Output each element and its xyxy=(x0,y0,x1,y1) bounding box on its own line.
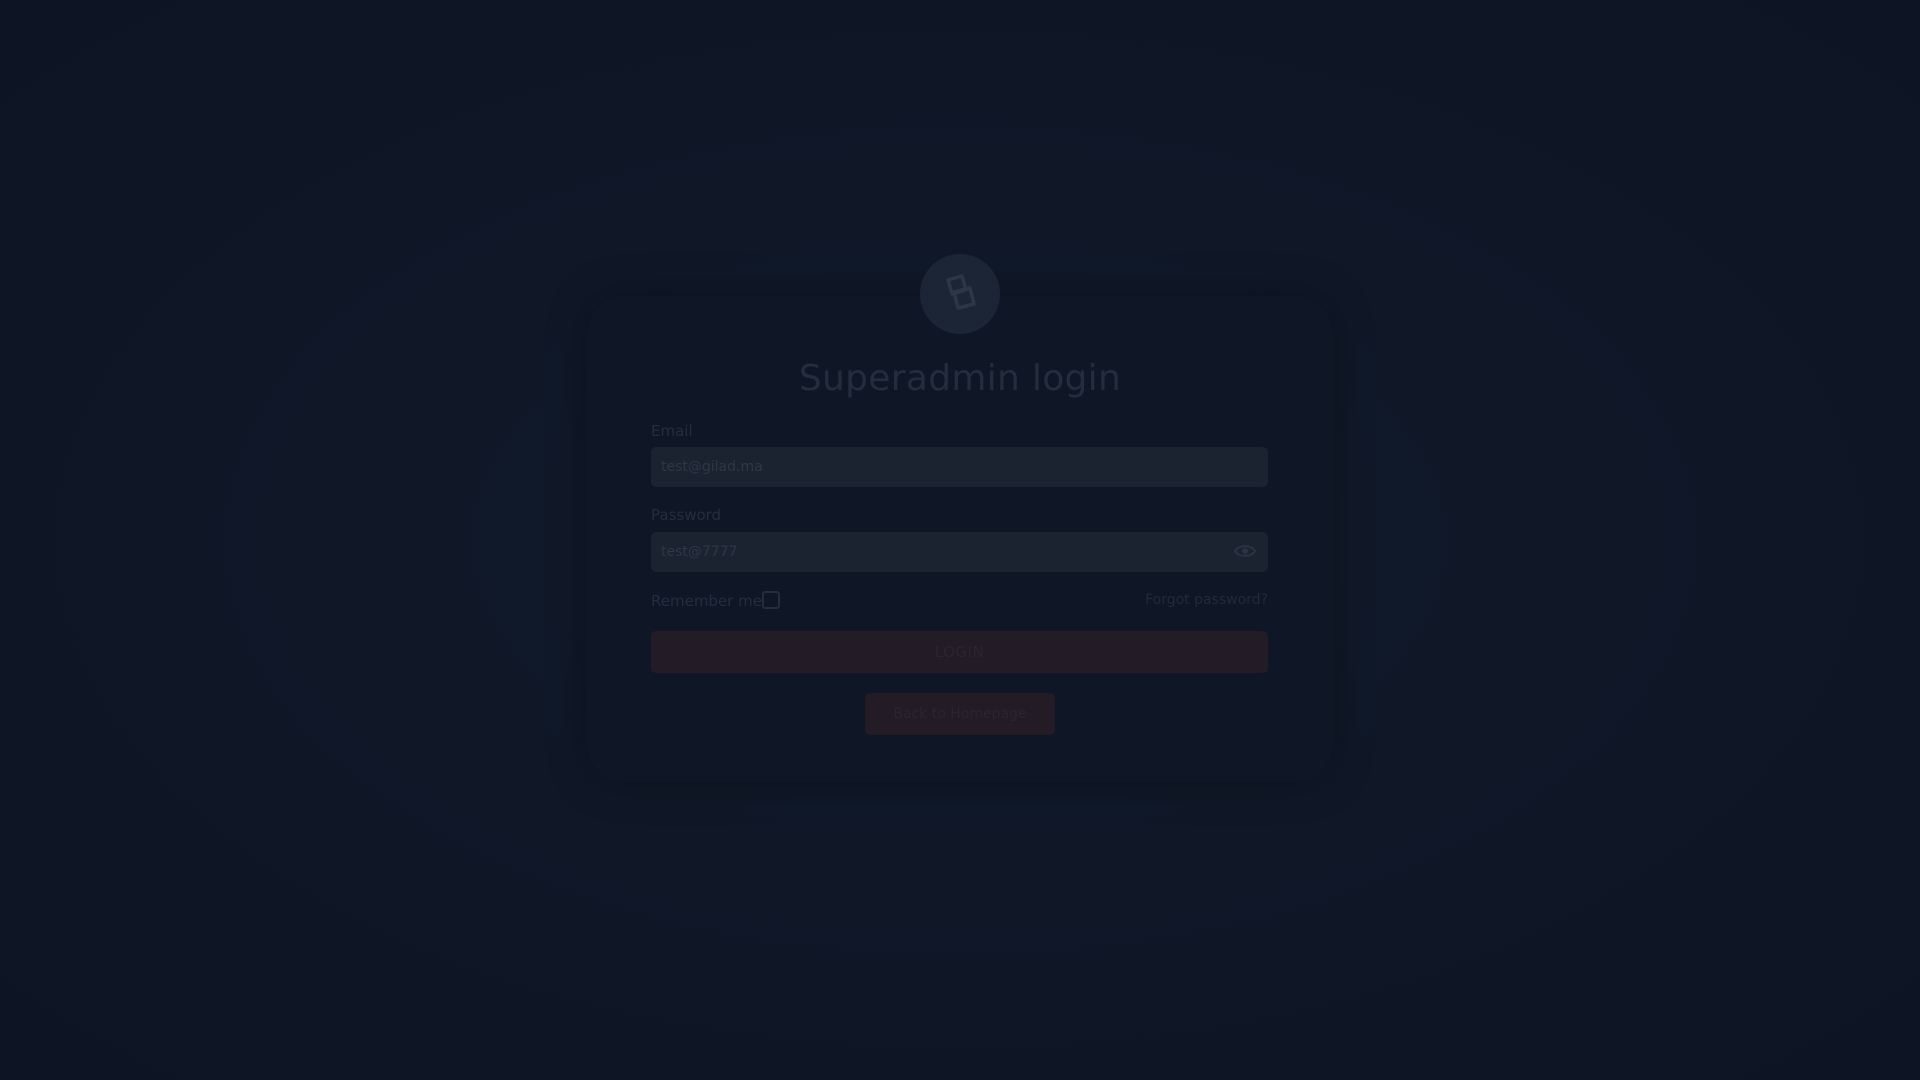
back-to-homepage-button[interactable]: Back to Homepage xyxy=(865,693,1055,735)
login-button[interactable]: LOGIN xyxy=(651,631,1268,673)
eye-icon[interactable] xyxy=(1234,542,1256,560)
page-title: Superadmin login xyxy=(798,358,1122,399)
email-label: Email xyxy=(651,422,693,440)
email-field[interactable] xyxy=(651,447,1268,487)
logo-icon xyxy=(946,274,976,310)
remember-me-checkbox[interactable] xyxy=(762,591,780,609)
logo xyxy=(920,254,1000,334)
password-label: Password xyxy=(651,506,722,524)
remember-me-label: Remember me xyxy=(651,592,762,610)
login-page: Superadmin login Email Password Remember… xyxy=(0,0,1920,1080)
forgot-password-link[interactable]: Forgot password? xyxy=(1145,592,1268,608)
password-field[interactable] xyxy=(651,532,1268,572)
